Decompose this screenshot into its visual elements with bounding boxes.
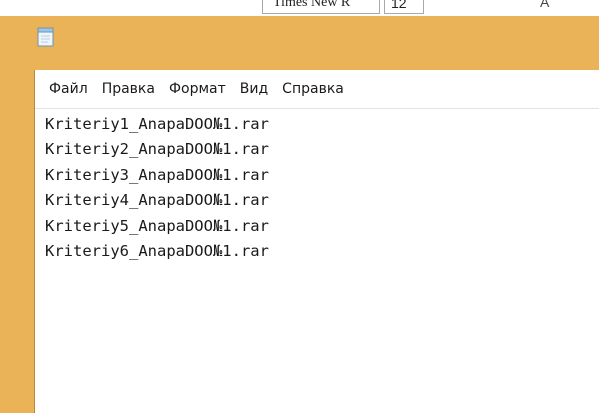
title-bar[interactable] [0,16,599,70]
text-line: Kriteriy5_AnapaDOO№1.rar [45,216,269,235]
notepad-icon[interactable] [36,25,56,47]
font-name-value: Times New R [273,0,351,10]
menu-help[interactable]: Справка [282,79,344,99]
menu-edit[interactable]: Правка [102,79,155,99]
menu-file[interactable]: Файл [49,79,88,99]
font-size-value: 12 [391,0,407,11]
text-line: Kriteriy3_AnapaDOO№1.rar [45,165,269,184]
screen: Times New R 12 A Файл Правка Формат Вид … [0,0,599,413]
editor-content: Kriteriy1_AnapaDOO№1.rar Kriteriy2_Anapa… [45,112,269,264]
background-app-toolbar: Times New R 12 A [0,0,599,16]
notepad-client-area: Файл Правка Формат Вид Справка Kriteriy1… [34,70,599,413]
text-line: Kriteriy2_AnapaDOO№1.rar [45,140,269,159]
font-format-glyph[interactable]: A [540,0,580,12]
notepad-window: Файл Правка Формат Вид Справка Kriteriy1… [0,16,599,413]
text-editor[interactable]: Kriteriy1_AnapaDOO№1.rar Kriteriy2_Anapa… [35,108,599,413]
menu-format[interactable]: Формат [169,79,226,99]
text-line: Kriteriy6_AnapaDOO№1.rar [45,242,269,261]
font-name-combobox[interactable]: Times New R [262,0,380,14]
menu-view[interactable]: Вид [240,79,268,99]
font-size-combobox[interactable]: 12 [384,0,424,14]
menu-bar: Файл Правка Формат Вид Справка [35,70,599,108]
text-line: Kriteriy1_AnapaDOO№1.rar [45,115,269,133]
text-line: Kriteriy4_AnapaDOO№1.rar [45,191,269,210]
